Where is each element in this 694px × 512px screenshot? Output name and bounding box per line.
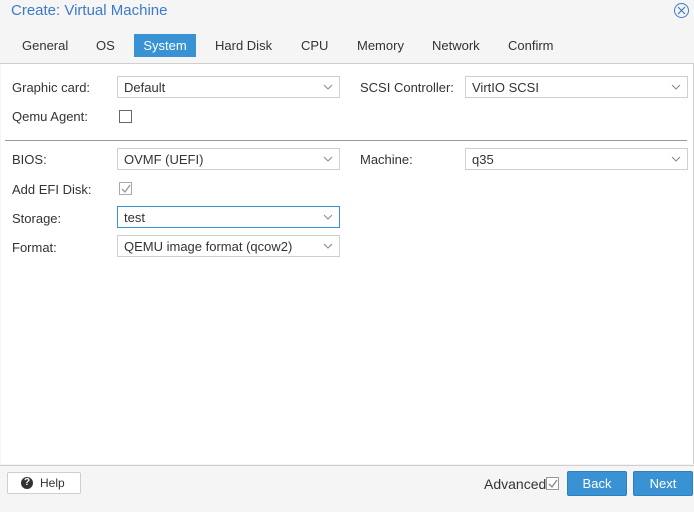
chevron-down-icon: [323, 243, 333, 249]
machine-label: Machine:: [360, 152, 413, 167]
bios-value: OVMF (UEFI): [124, 152, 204, 167]
system-panel: Graphic card: Default SCSI Controller: V…: [1, 64, 694, 464]
tab-general[interactable]: General: [13, 34, 77, 57]
machine-value: q35: [472, 152, 494, 167]
help-button[interactable]: ? Help: [7, 472, 81, 494]
tab-os[interactable]: OS: [87, 34, 124, 57]
qemu-agent-checkbox[interactable]: [119, 110, 132, 123]
add-efi-disk-label: Add EFI Disk:: [12, 182, 92, 197]
machine-select[interactable]: q35: [465, 148, 688, 170]
tab-confirm[interactable]: Confirm: [499, 34, 563, 57]
chevron-down-icon: [671, 156, 681, 162]
bios-label: BIOS:: [12, 152, 47, 167]
graphic-card-label: Graphic card:: [12, 80, 91, 95]
tab-hard-disk[interactable]: Hard Disk: [206, 34, 281, 57]
close-icon[interactable]: [674, 3, 689, 18]
tab-cpu[interactable]: CPU: [292, 34, 337, 57]
tab-memory[interactable]: Memory: [348, 34, 413, 57]
qemu-agent-label: Qemu Agent:: [12, 109, 88, 124]
storage-label: Storage:: [12, 211, 62, 226]
help-button-label: Help: [40, 476, 65, 490]
scsi-controller-value: VirtIO SCSI: [472, 80, 539, 95]
scsi-controller-label: SCSI Controller:: [360, 80, 454, 95]
storage-select[interactable]: test: [117, 206, 340, 228]
add-efi-disk-checkbox[interactable]: [119, 182, 132, 195]
checkmark-icon: [548, 479, 558, 489]
graphic-card-value: Default: [124, 80, 166, 95]
dialog-footer: ? Help Advanced Back Next: [0, 465, 694, 512]
help-icon: ?: [21, 477, 33, 489]
graphic-card-select[interactable]: Default: [117, 76, 340, 98]
format-value: QEMU image format (qcow2): [124, 239, 293, 254]
advanced-label: Advanced: [484, 476, 547, 492]
checkmark-icon: [121, 184, 131, 194]
format-label: Format:: [12, 240, 57, 255]
tab-system[interactable]: System: [134, 34, 196, 57]
next-button[interactable]: Next: [633, 471, 693, 496]
format-select[interactable]: QEMU image format (qcow2): [117, 235, 340, 257]
tab-bar: General OS System Hard Disk CPU Memory N…: [0, 30, 694, 64]
advanced-checkbox[interactable]: [546, 477, 559, 490]
chevron-down-icon: [323, 156, 333, 162]
chevron-down-icon: [323, 214, 333, 220]
chevron-down-icon: [323, 84, 333, 90]
section-divider: [5, 140, 687, 141]
chevron-down-icon: [671, 84, 681, 90]
tab-network[interactable]: Network: [423, 34, 489, 57]
window-titlebar: Create: Virtual Machine: [0, 0, 694, 24]
storage-value: test: [124, 210, 145, 225]
bios-select[interactable]: OVMF (UEFI): [117, 148, 340, 170]
window-title: Create: Virtual Machine: [11, 2, 168, 19]
scsi-controller-select[interactable]: VirtIO SCSI: [465, 76, 688, 98]
back-button[interactable]: Back: [567, 471, 627, 496]
